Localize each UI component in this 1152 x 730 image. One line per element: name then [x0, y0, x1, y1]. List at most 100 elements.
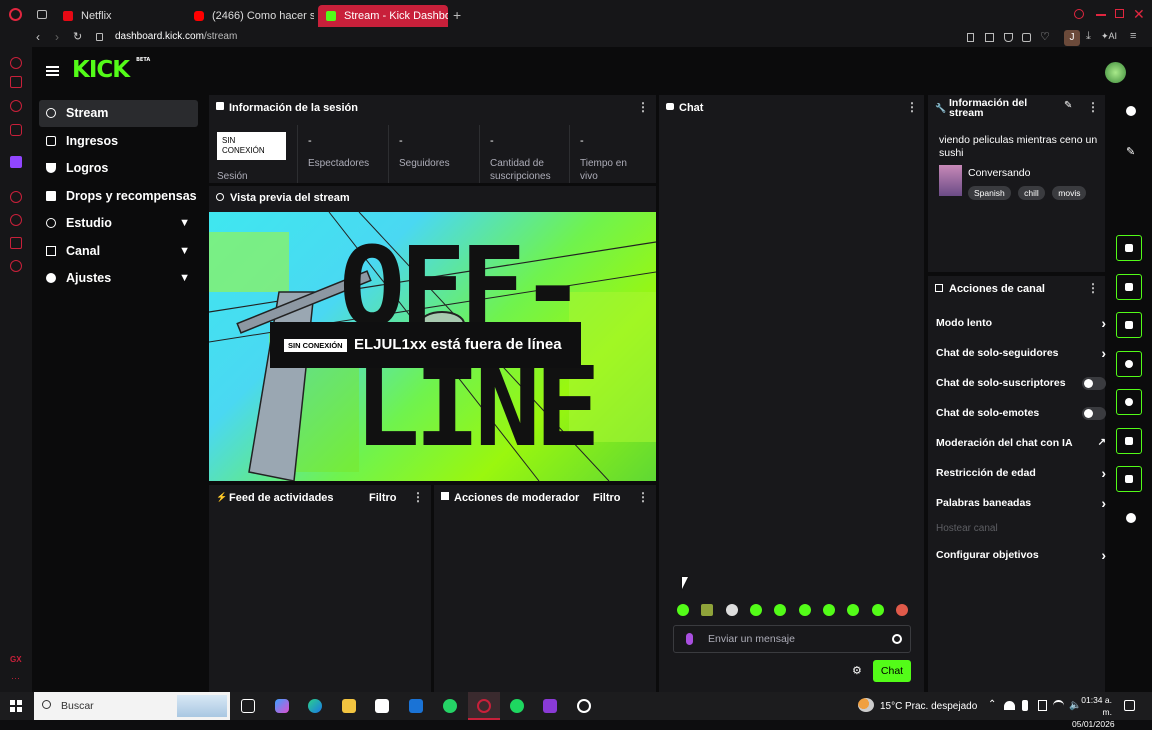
- whatsapp-icon[interactable]: [443, 699, 457, 713]
- tab-netflix[interactable]: Netflix: [55, 5, 185, 27]
- emote-icon[interactable]: [750, 604, 762, 616]
- pin-icon[interactable]: [967, 33, 974, 42]
- spotify-icon[interactable]: [510, 699, 524, 713]
- speed-dial-icon[interactable]: [10, 76, 22, 88]
- clock[interactable]: 01:34 a. m. 05/01/2026: [1072, 694, 1115, 730]
- url-field[interactable]: dashboard.kick.com/stream: [115, 31, 237, 42]
- tag[interactable]: movis: [1052, 186, 1087, 200]
- action-slow-mode[interactable]: Modo lento ›: [936, 308, 1106, 338]
- tab-manager-icon[interactable]: [37, 10, 47, 19]
- screenshot-icon[interactable]: [1022, 33, 1031, 42]
- more-icon[interactable]: ···: [11, 673, 20, 683]
- action-configure-goals[interactable]: Configurar objetivos ›: [936, 540, 1106, 570]
- emote-icon[interactable]: [872, 604, 884, 616]
- tag[interactable]: chill: [1018, 186, 1045, 200]
- profile-avatar[interactable]: J: [1064, 30, 1080, 46]
- subscribers-only-toggle[interactable]: [1082, 377, 1106, 390]
- info-circle-icon[interactable]: [1126, 106, 1136, 116]
- opera-gx-taskbar-button[interactable]: [468, 692, 500, 720]
- edit-layout-icon[interactable]: ✎: [1126, 145, 1135, 158]
- search-tabs-icon[interactable]: [1074, 9, 1084, 19]
- usb-icon[interactable]: [1022, 700, 1028, 711]
- heart-icon[interactable]: ♡: [1040, 30, 1050, 43]
- chat-message-input[interactable]: Enviar un mensaje: [673, 625, 911, 653]
- tool-notes[interactable]: [1116, 312, 1142, 338]
- download-icon[interactable]: ⤓: [1086, 30, 1091, 43]
- tool-layout[interactable]: [1116, 428, 1142, 454]
- minimize-button[interactable]: [1096, 14, 1106, 16]
- ai-button[interactable]: ✦AI: [1101, 31, 1117, 42]
- tab-youtube[interactable]: (2466) Como hacer strea: [186, 5, 314, 27]
- chat-send-button[interactable]: Chat: [873, 660, 911, 682]
- messenger-icon[interactable]: [10, 100, 22, 112]
- gx-icon[interactable]: GX: [10, 655, 22, 664]
- snapshot-icon[interactable]: [985, 33, 994, 42]
- nav-estudio[interactable]: Estudio ▼: [39, 210, 198, 237]
- store-icon[interactable]: [375, 699, 389, 713]
- channel-actions-menu-icon[interactable]: ⋮: [1087, 281, 1099, 295]
- show-hidden-icons[interactable]: ⌃: [988, 699, 996, 710]
- share-icon[interactable]: [1126, 513, 1136, 523]
- emote-icon[interactable]: [701, 604, 713, 616]
- edge-icon[interactable]: [308, 699, 322, 713]
- instagram-icon[interactable]: [10, 124, 22, 136]
- edit-pencil-icon[interactable]: ✎: [1064, 100, 1072, 111]
- stream-info-menu-icon[interactable]: ⋮: [1087, 100, 1099, 114]
- twitch-icon[interactable]: [10, 156, 22, 168]
- close-window-button[interactable]: ✕: [1133, 6, 1145, 23]
- windows-start-icon[interactable]: [10, 700, 22, 712]
- tool-broadcast[interactable]: [1116, 389, 1142, 415]
- obs-icon[interactable]: [577, 699, 591, 713]
- nav-stream[interactable]: Stream: [39, 100, 198, 127]
- player-icon[interactable]: [10, 191, 22, 203]
- session-menu-icon[interactable]: ⋮: [637, 100, 649, 114]
- emote-icon[interactable]: [896, 604, 908, 616]
- aria-icon[interactable]: [10, 57, 22, 69]
- notifications-icon[interactable]: [1124, 700, 1135, 711]
- tool-chat[interactable]: [1116, 351, 1142, 377]
- activity-menu-icon[interactable]: ⋮: [412, 490, 424, 504]
- emote-icon[interactable]: [774, 604, 786, 616]
- nav-ajustes[interactable]: Ajustes ▼: [39, 265, 198, 292]
- emote-icon[interactable]: [799, 604, 811, 616]
- task-view-icon[interactable]: [241, 699, 255, 713]
- file-explorer-icon[interactable]: [342, 699, 356, 713]
- extensions-icon[interactable]: [10, 237, 22, 249]
- settings-icon[interactable]: [10, 260, 22, 272]
- emote-icon[interactable]: [823, 604, 835, 616]
- microphone-icon[interactable]: [686, 633, 693, 645]
- tag[interactable]: Spanish: [968, 186, 1011, 200]
- nav-ingresos[interactable]: Ingresos: [39, 128, 198, 155]
- shield-icon[interactable]: [1004, 33, 1013, 42]
- modactions-filter-button[interactable]: Filtro: [593, 492, 621, 504]
- battery-icon[interactable]: [1038, 700, 1047, 711]
- outlook-icon[interactable]: [409, 699, 423, 713]
- opera-menu-icon[interactable]: [9, 8, 22, 21]
- back-button[interactable]: ‹: [36, 30, 40, 44]
- copilot-icon[interactable]: [275, 699, 289, 713]
- activity-filter-button[interactable]: Filtro: [369, 492, 397, 504]
- weather-description[interactable]: Prac. despejado: [905, 701, 977, 712]
- action-followers-only[interactable]: Chat de solo-seguidores ›: [936, 338, 1106, 368]
- emote-icon[interactable]: [677, 604, 689, 616]
- emote-icon[interactable]: [847, 604, 859, 616]
- action-ai-moderation[interactable]: Moderación del chat con IA ↗: [936, 428, 1106, 458]
- user-avatar[interactable]: [1105, 62, 1126, 83]
- chat-menu-icon[interactable]: ⋮: [906, 100, 918, 114]
- nav-canal[interactable]: Canal ▼: [39, 238, 198, 265]
- kick-logo[interactable]: KICK BETA: [72, 57, 150, 83]
- tab-kick-dashboard[interactable]: Stream - Kick Dashboard: [318, 5, 448, 27]
- tool-camera[interactable]: [1116, 235, 1142, 261]
- emoji-icon[interactable]: [892, 634, 902, 644]
- reload-button[interactable]: ↻: [73, 30, 82, 43]
- action-age-restriction[interactable]: Restricción de edad ›: [936, 458, 1106, 488]
- taskbar-search[interactable]: Buscar: [34, 692, 230, 720]
- hamburger-menu-icon[interactable]: [46, 66, 59, 76]
- tool-wrench[interactable]: [1116, 466, 1142, 492]
- weather-temp[interactable]: 15°C: [880, 701, 902, 712]
- chat-settings-icon[interactable]: ⚙: [852, 664, 862, 677]
- new-tab-button[interactable]: +: [453, 7, 461, 23]
- emotes-only-toggle[interactable]: [1082, 407, 1106, 420]
- app-icon[interactable]: [543, 699, 557, 713]
- wifi-icon[interactable]: [1053, 700, 1064, 711]
